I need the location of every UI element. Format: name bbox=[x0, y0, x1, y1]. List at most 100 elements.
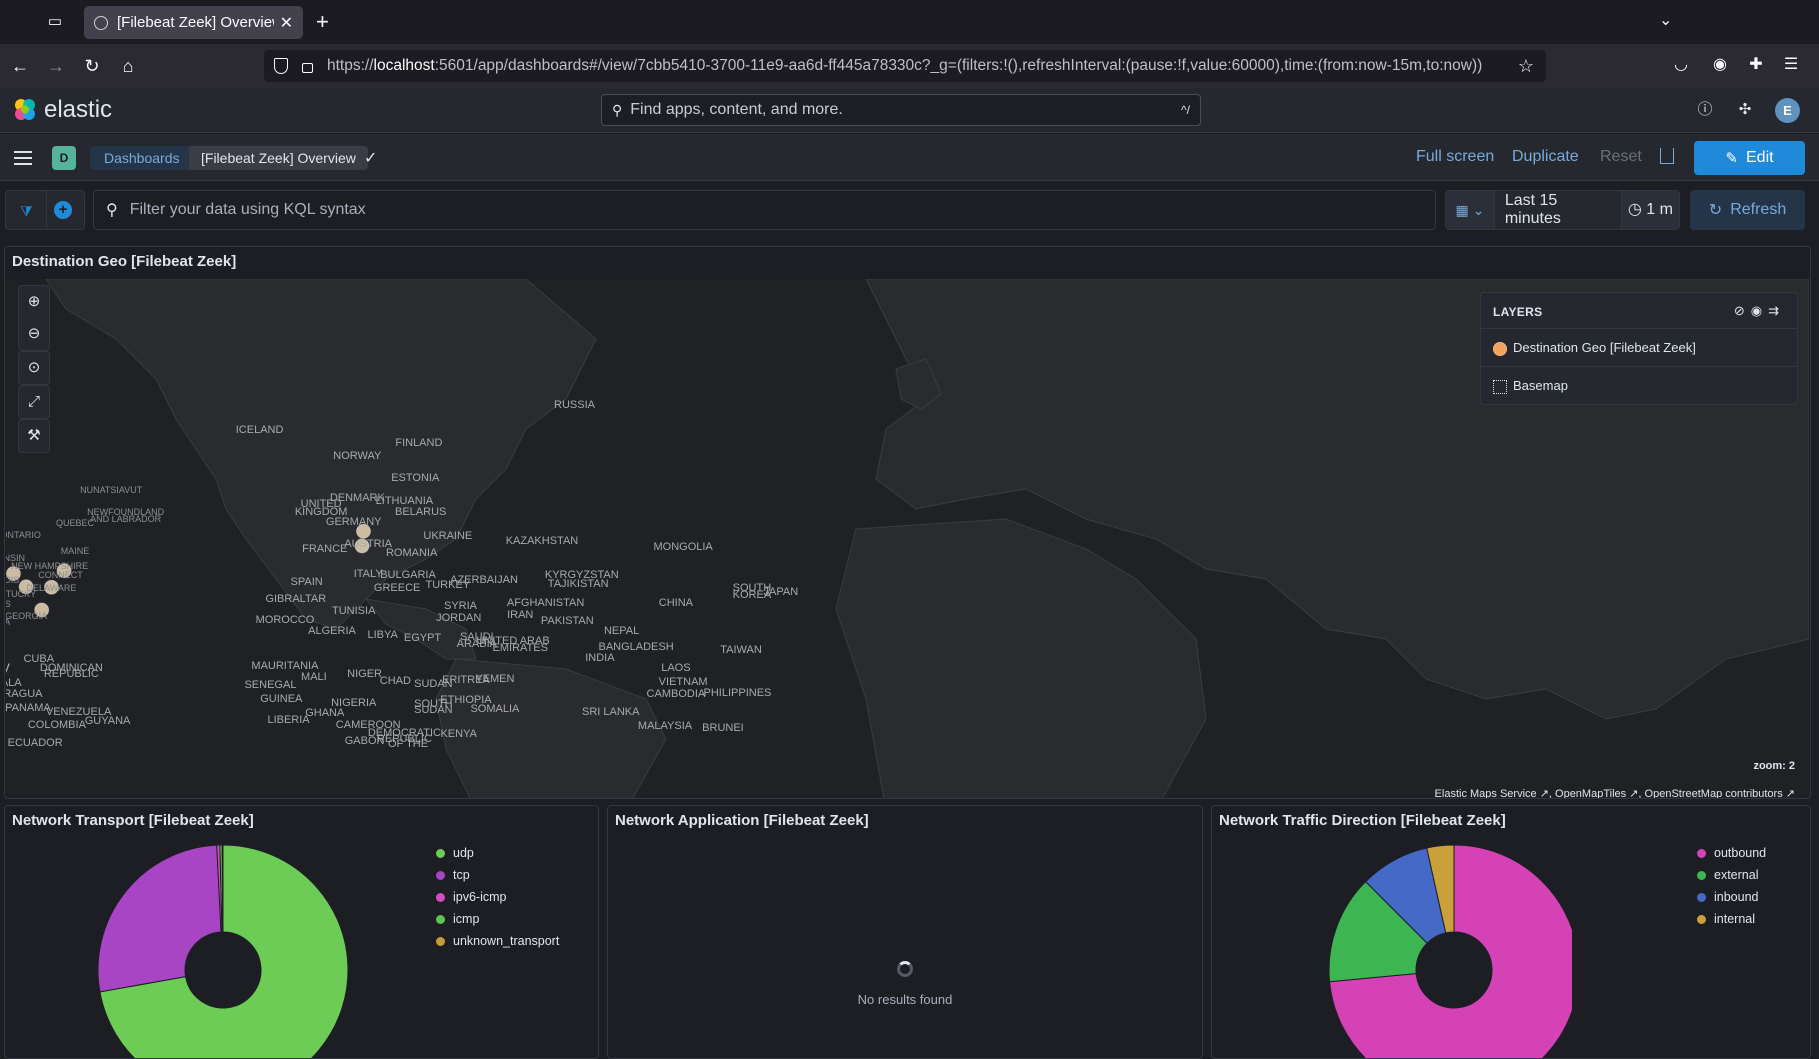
map-label: AND LABRADOR bbox=[90, 513, 162, 524]
date-picker[interactable]: ▦ ⌄ Last 15 minutes ◷ 1 m bbox=[1445, 190, 1680, 230]
add-filter-icon[interactable]: + bbox=[54, 201, 72, 219]
firefox-view-icon[interactable]: ▭ bbox=[44, 12, 66, 32]
kql-search-icon: ⚲ bbox=[106, 202, 118, 219]
lock-icon[interactable] bbox=[302, 63, 313, 73]
url-text[interactable]: https://localhost:5601/app/dashboards#/v… bbox=[327, 57, 1518, 75]
tracking-shield-icon[interactable] bbox=[274, 58, 288, 74]
map-canvas[interactable]: CANADAUNITEDSTATESMEXICOMexico CityALASK… bbox=[6, 279, 1809, 798]
tab-list-chevron-icon[interactable]: ⌄ bbox=[1659, 10, 1672, 30]
map-label: NUNATSIAVUT bbox=[80, 484, 143, 495]
global-search-input[interactable]: ⚲ Find apps, content, and more. ^/ bbox=[601, 94, 1201, 126]
global-search-placeholder: Find apps, content, and more. bbox=[630, 101, 843, 118]
back-arrow-icon[interactable]: ← bbox=[8, 54, 32, 78]
map-panel: Destination Geo [Filebeat Zeek] CANADAUN… bbox=[4, 246, 1811, 799]
map-label: SOMALIA bbox=[470, 703, 520, 716]
collapse-layers-icon[interactable]: ⇉ bbox=[1768, 303, 1785, 318]
transport-donut-chart[interactable] bbox=[5, 830, 365, 1059]
legend-item[interactable]: outbound bbox=[1697, 842, 1766, 864]
legend-item[interactable]: external bbox=[1697, 864, 1766, 886]
calendar-icon[interactable]: ▦ ⌄ bbox=[1446, 191, 1495, 229]
map-label: TAIWAN bbox=[720, 643, 762, 656]
map-label: DELAWARE bbox=[26, 583, 77, 594]
elastic-logo-text[interactable]: elastic bbox=[44, 96, 112, 124]
account-icon[interactable]: ◉ bbox=[1710, 55, 1730, 75]
network-direction-panel: Network Traffic Direction [Filebeat Zeek… bbox=[1211, 805, 1811, 1059]
map-label: CHAD bbox=[379, 675, 411, 688]
hamburger-menu-icon[interactable] bbox=[14, 151, 32, 165]
legend-item[interactable]: icmp bbox=[436, 908, 559, 930]
pocket-icon[interactable]: ◡ bbox=[1671, 55, 1691, 75]
layers-control: LAYERS ⊘◉⇉ Destination Geo [Filebeat Zee… bbox=[1480, 292, 1798, 405]
legend-label: ipv6-icmp bbox=[453, 890, 507, 904]
legend-item[interactable]: tcp bbox=[436, 864, 559, 886]
map-label: LIBYA bbox=[367, 629, 398, 642]
legend-swatch bbox=[436, 914, 445, 924]
help-icon[interactable]: ⓘ bbox=[1695, 100, 1715, 120]
home-icon[interactable]: ⌂ bbox=[116, 54, 140, 78]
tab-close-icon[interactable]: ✕ bbox=[280, 13, 293, 33]
fullscreen-control: ⤢ bbox=[18, 385, 50, 419]
wrench-icon[interactable]: ⚒ bbox=[19, 420, 49, 452]
map-label: PAKISTAN bbox=[540, 614, 594, 627]
basemap-grid-icon bbox=[1493, 380, 1507, 394]
refresh-label: Refresh bbox=[1730, 201, 1787, 218]
crosshair-icon[interactable]: ⊙ bbox=[19, 352, 49, 384]
map-label: UKRAINE bbox=[423, 529, 473, 542]
legend-item[interactable]: udp bbox=[436, 842, 559, 864]
share-icon[interactable] bbox=[1660, 148, 1674, 164]
reset-link[interactable]: Reset bbox=[1600, 148, 1642, 166]
bookmark-star-icon[interactable]: ☆ bbox=[1518, 56, 1534, 77]
edit-button[interactable]: ✎ Edit bbox=[1694, 141, 1805, 175]
map-label: NORWAY bbox=[333, 449, 382, 462]
map-label: BELARUS bbox=[395, 506, 447, 519]
reload-icon[interactable]: ↻ bbox=[80, 54, 104, 78]
map-attribution[interactable]: Elastic Maps Service ↗, OpenMapTiles ↗, … bbox=[1435, 787, 1795, 798]
zoom-out-icon[interactable]: ⊖ bbox=[19, 318, 49, 350]
map-label: CONNECT bbox=[38, 569, 83, 580]
url-bar[interactable]: https://localhost:5601/app/dashboards#/v… bbox=[264, 50, 1546, 82]
menu-icon[interactable]: ☰ bbox=[1781, 55, 1801, 75]
forward-arrow-icon[interactable]: → bbox=[44, 54, 68, 78]
duplicate-link[interactable]: Duplicate bbox=[1512, 148, 1579, 166]
refresh-button[interactable]: ↻ Refresh bbox=[1690, 190, 1805, 230]
show-all-layers-icon[interactable]: ◉ bbox=[1751, 303, 1768, 318]
kql-search-input[interactable]: ⚲ Filter your data using KQL syntax bbox=[93, 190, 1436, 230]
refresh-interval[interactable]: ◷ 1 m bbox=[1620, 191, 1680, 229]
legend-label: tcp bbox=[453, 868, 470, 882]
legend-item[interactable]: ipv6-icmp bbox=[436, 886, 559, 908]
expand-icon[interactable]: ⤢ bbox=[19, 386, 49, 418]
hide-all-layers-icon[interactable]: ⊘ bbox=[1734, 303, 1751, 318]
pie-slice-unknown-transport[interactable] bbox=[221, 844, 224, 933]
pie-slice-tcp[interactable] bbox=[97, 844, 222, 993]
map-label: EGYPT bbox=[403, 631, 442, 644]
filter-options-icon[interactable]: ⧩ bbox=[20, 203, 33, 220]
breadcrumb-dashboards[interactable]: Dashboards bbox=[90, 146, 196, 170]
map-label: BRUNEI bbox=[702, 721, 744, 734]
legend-item[interactable]: unknown_transport bbox=[436, 930, 559, 952]
time-range-label[interactable]: Last 15 minutes bbox=[1495, 192, 1621, 228]
space-avatar[interactable]: D bbox=[52, 146, 76, 170]
new-tab-button[interactable]: + bbox=[316, 9, 329, 35]
elastic-logo-icon[interactable] bbox=[12, 97, 38, 123]
map-label: TAJIKISTAN bbox=[547, 578, 609, 591]
map-label: TUNISIA bbox=[332, 605, 376, 618]
legend-item[interactable]: inbound bbox=[1697, 886, 1766, 908]
map-label: LIBERIA bbox=[267, 714, 310, 726]
extensions-icon[interactable]: ✚ bbox=[1746, 55, 1766, 75]
direction-donut-chart[interactable] bbox=[1212, 830, 1572, 1059]
map-label: FRANCE bbox=[302, 543, 348, 556]
layer-row-basemap[interactable]: Basemap bbox=[1481, 366, 1797, 406]
filter-divider bbox=[46, 191, 47, 229]
layer-row-destination-geo[interactable]: Destination Geo [Filebeat Zeek] bbox=[1481, 328, 1797, 368]
browser-tab-active[interactable]: [Filebeat Zeek] Overview ✕ bbox=[84, 6, 303, 39]
map-panel-title: Destination Geo [Filebeat Zeek] bbox=[12, 253, 237, 270]
user-avatar[interactable]: E bbox=[1775, 98, 1800, 123]
full-screen-link[interactable]: Full screen bbox=[1416, 148, 1494, 166]
news-feed-icon[interactable]: ✣ bbox=[1735, 100, 1755, 120]
legend-item[interactable]: internal bbox=[1697, 908, 1766, 930]
network-application-panel: Network Application [Filebeat Zeek] No r… bbox=[607, 805, 1203, 1059]
layer-name: Basemap bbox=[1513, 378, 1568, 393]
map-label: FINLAND bbox=[395, 436, 443, 449]
zoom-in-icon[interactable]: ⊕ bbox=[19, 286, 49, 318]
map-label: BANGLADESH bbox=[598, 641, 674, 654]
